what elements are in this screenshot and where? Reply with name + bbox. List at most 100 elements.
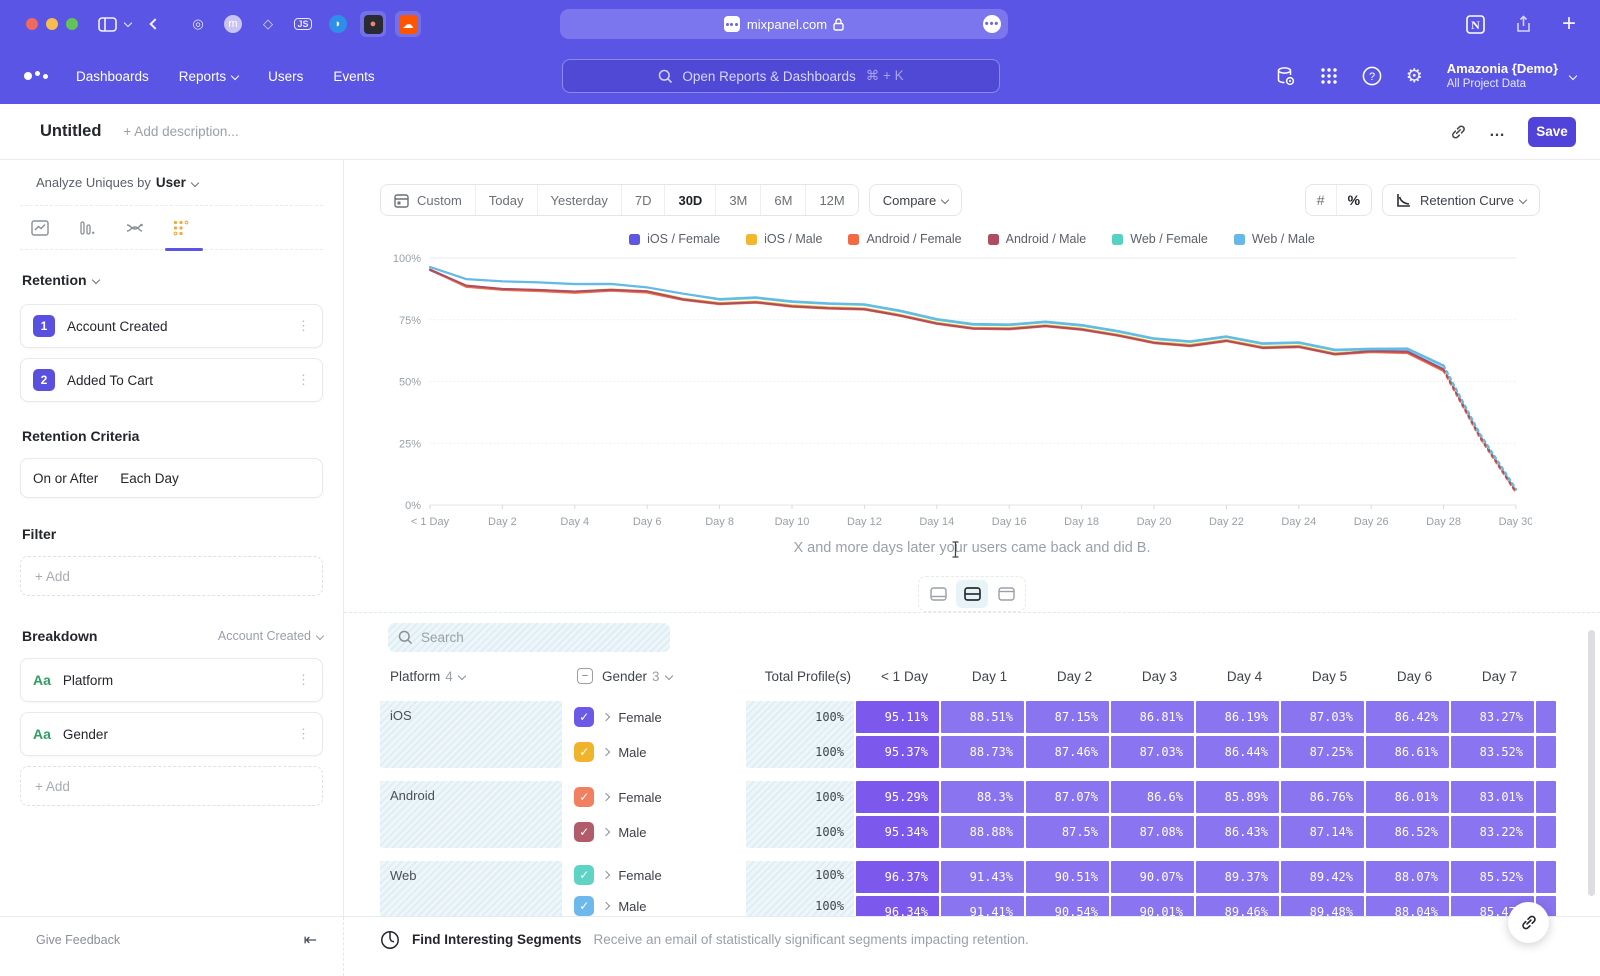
tab-funnels[interactable]	[77, 218, 97, 238]
patreon-icon[interactable]: ●	[360, 11, 386, 37]
give-feedback-link[interactable]: Give Feedback	[36, 933, 120, 947]
retention-criteria-card[interactable]: On or After Each Day	[20, 458, 323, 498]
analyze-value-dropdown[interactable]: User	[156, 175, 186, 190]
tab-retention[interactable]	[171, 218, 191, 238]
range-button-custom[interactable]: Custom	[381, 185, 476, 215]
new-tab-icon[interactable]: +	[1562, 10, 1576, 38]
maximize-window-icon[interactable]	[66, 18, 78, 30]
project-switcher[interactable]: Amazonia {Demo} All Project Data	[1447, 61, 1576, 92]
notion-icon[interactable]: N	[1466, 15, 1485, 34]
share-icon[interactable]	[1515, 15, 1532, 34]
find-segments-label[interactable]: Find Interesting Segments	[412, 932, 582, 947]
count-toggle-button[interactable]: #	[1306, 185, 1337, 215]
filter-add-button[interactable]: + Add	[20, 556, 323, 596]
day-column-header[interactable]: < 1 Day	[863, 669, 946, 684]
select-all-checkbox[interactable]: −	[577, 668, 593, 684]
range-button-30d[interactable]: 30D	[665, 185, 716, 215]
global-search-input[interactable]: Open Reports & Dashboards ⌘ + K	[562, 59, 1000, 93]
minimize-window-icon[interactable]	[46, 18, 58, 30]
nav-item-users[interactable]: Users	[268, 69, 303, 84]
day-column-header[interactable]: Day 2	[1033, 669, 1116, 684]
share-link-fab[interactable]	[1508, 902, 1549, 943]
nav-item-events[interactable]: Events	[333, 69, 374, 84]
tab-insights[interactable]	[30, 218, 50, 238]
bird-icon[interactable]: ◗	[325, 11, 351, 37]
gender-column-header[interactable]: − Gender3	[577, 668, 751, 684]
vertical-scrollbar[interactable]	[1588, 630, 1595, 896]
address-bar[interactable]: mixpanel.com •••	[560, 9, 1008, 39]
collapse-sidebar-icon[interactable]: ⇤	[304, 930, 317, 950]
expand-row-icon[interactable]	[602, 748, 610, 756]
js-icon[interactable]: JS	[290, 11, 316, 37]
kebab-menu-icon[interactable]: ⋮	[297, 726, 310, 742]
retention-section-title[interactable]: Retention	[22, 272, 87, 288]
retention-step-card[interactable]: 2Added To Cart⋮	[20, 358, 323, 402]
chart-type-dropdown[interactable]: Retention Curve	[1382, 184, 1540, 216]
expand-row-icon[interactable]	[602, 902, 610, 910]
range-button-7d[interactable]: 7D	[622, 185, 666, 215]
total-column-header[interactable]: Total Profile(s)	[751, 669, 861, 684]
legend-item[interactable]: Android / Female	[848, 232, 961, 246]
percent-toggle-button[interactable]: %	[1337, 185, 1371, 215]
range-button-3m[interactable]: 3M	[716, 185, 761, 215]
close-window-icon[interactable]	[26, 18, 38, 30]
expand-row-icon[interactable]	[602, 713, 610, 721]
chevron-down-icon[interactable]	[125, 20, 131, 28]
breakdown-add-button[interactable]: + Add	[20, 766, 323, 806]
data-management-icon[interactable]	[1275, 66, 1296, 87]
cube-icon[interactable]: ◇	[255, 11, 281, 37]
retention-chart[interactable]: 0%25%50%75%100%< 1 DayDay 2Day 4Day 6Day…	[380, 250, 1532, 538]
traffic-lights[interactable]	[26, 18, 86, 30]
breakdown-card-gender[interactable]: AaGender⋮	[20, 712, 323, 756]
legend-item[interactable]: Android / Male	[988, 232, 1087, 246]
compare-button[interactable]: Compare	[869, 184, 962, 216]
day-column-header[interactable]: Day 3	[1118, 669, 1201, 684]
nav-item-dashboards[interactable]: Dashboards	[76, 69, 149, 84]
day-column-header[interactable]: Day 6	[1373, 669, 1456, 684]
settings-gear-icon[interactable]: ⚙	[1406, 65, 1423, 88]
back-icon[interactable]	[151, 20, 159, 28]
help-icon[interactable]: ?	[1362, 66, 1382, 86]
range-button-today[interactable]: Today	[476, 185, 538, 215]
apps-grid-icon[interactable]	[1320, 67, 1338, 85]
legend-item[interactable]: iOS / Male	[746, 232, 822, 246]
mixpanel-logo[interactable]	[24, 71, 48, 82]
row-checkbox[interactable]: ✓	[574, 822, 594, 842]
browser-sidebar-icon[interactable]	[98, 17, 117, 32]
m-extension-icon[interactable]: m	[220, 11, 246, 37]
report-title[interactable]: Untitled	[40, 122, 101, 141]
site-options-icon[interactable]: •••	[983, 15, 1001, 33]
report-description-placeholder[interactable]: + Add description...	[123, 124, 238, 139]
table-only-layout-button[interactable]	[990, 580, 1022, 608]
platform-column-header[interactable]: Platform4	[380, 669, 565, 684]
kebab-menu-icon[interactable]: ⋮	[297, 318, 310, 334]
tab-flows[interactable]	[124, 218, 144, 238]
expand-row-icon[interactable]	[602, 828, 610, 836]
chart-only-layout-button[interactable]	[922, 580, 954, 608]
day-column-header[interactable]: Day 7	[1458, 669, 1541, 684]
breakdown-scope-dropdown[interactable]: Account Created	[218, 629, 323, 643]
kebab-menu-icon[interactable]: ⋮	[297, 372, 310, 388]
day-column-header[interactable]: Day 4	[1203, 669, 1286, 684]
onepassword-icon[interactable]: ◎	[185, 11, 211, 37]
legend-item[interactable]: Web / Female	[1112, 232, 1208, 246]
soundcloud-icon[interactable]: ☁	[395, 11, 421, 37]
expand-row-icon[interactable]	[602, 793, 610, 801]
copy-link-icon[interactable]	[1449, 123, 1467, 141]
row-checkbox[interactable]: ✓	[574, 787, 594, 807]
split-layout-button[interactable]	[956, 580, 988, 608]
retention-step-card[interactable]: 1Account Created⋮	[20, 304, 323, 348]
row-checkbox[interactable]: ✓	[574, 742, 594, 762]
day-column-header[interactable]: Day 5	[1288, 669, 1371, 684]
day-column-header[interactable]: Day 1	[948, 669, 1031, 684]
row-checkbox[interactable]: ✓	[574, 865, 594, 885]
nav-item-reports[interactable]: Reports	[179, 69, 238, 84]
table-search-input[interactable]: Search	[388, 623, 670, 652]
row-checkbox[interactable]: ✓	[574, 707, 594, 727]
kebab-menu-icon[interactable]: ⋮	[297, 672, 310, 688]
expand-row-icon[interactable]	[602, 871, 610, 879]
range-button-yesterday[interactable]: Yesterday	[538, 185, 622, 215]
breakdown-card-platform[interactable]: AaPlatform⋮	[20, 658, 323, 702]
more-options-icon[interactable]: …	[1489, 123, 1506, 141]
legend-item[interactable]: Web / Male	[1234, 232, 1315, 246]
